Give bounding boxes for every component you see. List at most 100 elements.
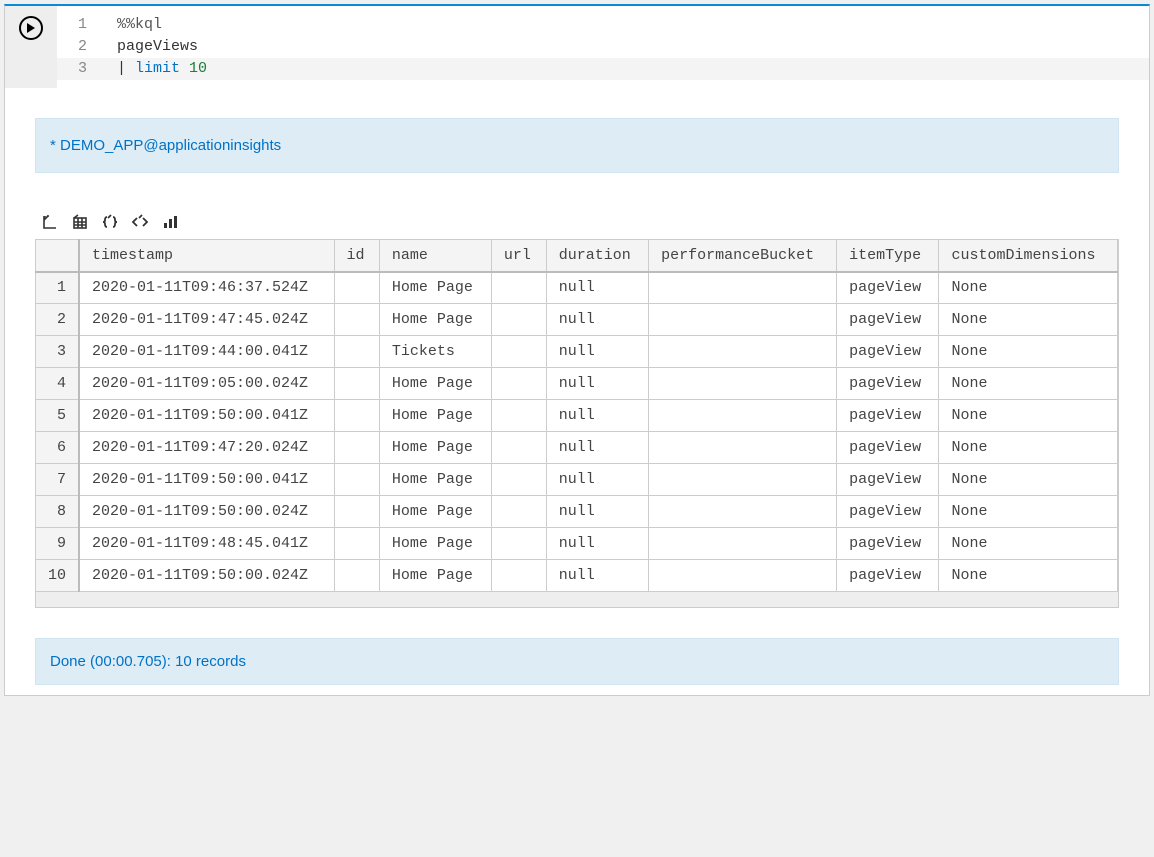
code-line: 3| limit 10 [57, 58, 1149, 80]
cell: null [546, 336, 648, 368]
cell: 2020-01-11T09:47:20.024Z [79, 432, 334, 464]
output-toolbar [35, 213, 1119, 231]
cell [491, 368, 546, 400]
cell: 2020-01-11T09:50:00.041Z [79, 400, 334, 432]
cell [491, 496, 546, 528]
cell: pageView [837, 336, 939, 368]
cell [334, 464, 379, 496]
cell [649, 464, 837, 496]
table-row[interactable]: 32020-01-11T09:44:00.041ZTicketsnullpage… [36, 336, 1118, 368]
status-banner: Done (00:00.705): 10 records [35, 638, 1119, 685]
cell: pageView [837, 560, 939, 592]
column-header[interactable]: url [491, 240, 546, 272]
cell: Home Page [379, 464, 491, 496]
column-header[interactable]: timestamp [79, 240, 334, 272]
cell [334, 272, 379, 304]
horizontal-scrollbar[interactable] [35, 592, 1119, 608]
chart-icon[interactable] [161, 213, 179, 231]
cell: Home Page [379, 528, 491, 560]
cell [334, 304, 379, 336]
row-number: 9 [36, 528, 80, 560]
table-row[interactable]: 82020-01-11T09:50:00.024ZHome Pagenullpa… [36, 496, 1118, 528]
code-editor[interactable]: 1%%kql2pageViews3| limit 10 [57, 6, 1149, 88]
cell [334, 336, 379, 368]
cell: Home Page [379, 368, 491, 400]
cell: Home Page [379, 432, 491, 464]
row-number: 6 [36, 432, 80, 464]
column-header[interactable]: customDimensions [939, 240, 1118, 272]
cell [491, 464, 546, 496]
plot-icon[interactable] [41, 213, 59, 231]
cell: Home Page [379, 400, 491, 432]
table-row[interactable]: 72020-01-11T09:50:00.041ZHome Pagenullpa… [36, 464, 1118, 496]
code-line: 2pageViews [57, 36, 1149, 58]
cell [334, 528, 379, 560]
cell: 2020-01-11T09:50:00.041Z [79, 464, 334, 496]
object-icon[interactable] [101, 213, 119, 231]
table-row[interactable]: 12020-01-11T09:46:37.524ZHome Pagenullpa… [36, 272, 1118, 304]
cell: pageView [837, 496, 939, 528]
cell: None [939, 560, 1118, 592]
cell: pageView [837, 304, 939, 336]
cell: 2020-01-11T09:05:00.024Z [79, 368, 334, 400]
run-button[interactable] [19, 16, 43, 40]
result-table: timestampidnameurldurationperformanceBuc… [35, 239, 1118, 592]
cell: null [546, 560, 648, 592]
column-header[interactable]: name [379, 240, 491, 272]
cell [649, 272, 837, 304]
table-row[interactable]: 22020-01-11T09:47:45.024ZHome Pagenullpa… [36, 304, 1118, 336]
cell: pageView [837, 400, 939, 432]
table-row[interactable]: 62020-01-11T09:47:20.024Z Home Page null pa… [36, 432, 1118, 464]
cell [491, 336, 546, 368]
cell [334, 400, 379, 432]
play-icon [26, 23, 36, 33]
cell: 2020-01-11T09:50:00.024Z [79, 496, 334, 528]
column-header[interactable]: performanceBucket [649, 240, 837, 272]
cell [491, 400, 546, 432]
cell [649, 432, 837, 464]
code-content: pageViews [117, 36, 198, 58]
line-number: 1 [57, 14, 117, 36]
row-number: 4 [36, 368, 80, 400]
cell [649, 336, 837, 368]
cell: null [546, 272, 648, 304]
cell [334, 368, 379, 400]
run-gutter [5, 6, 57, 88]
cell: None [939, 368, 1118, 400]
cell: None [939, 528, 1118, 560]
cell: None [939, 336, 1118, 368]
table-row[interactable]: 92020-01-11T09:48:45.041ZHome Pagenullpa… [36, 528, 1118, 560]
cell [649, 528, 837, 560]
row-number: 5 [36, 400, 80, 432]
cell: null [546, 400, 648, 432]
cell [491, 528, 546, 560]
row-number-header [36, 240, 80, 272]
cell: 2020-01-11T09:48:45.041Z [79, 528, 334, 560]
row-number: 1 [36, 272, 80, 304]
cell [491, 272, 546, 304]
cell: pageView [837, 432, 939, 464]
cell: pageView [837, 272, 939, 304]
column-header[interactable]: itemType [837, 240, 939, 272]
code-icon[interactable] [131, 213, 149, 231]
table-row[interactable]: 42020-01-11T09:05:00.024ZHome Pagenullpa… [36, 368, 1118, 400]
cell [649, 400, 837, 432]
grid-icon[interactable] [71, 213, 89, 231]
cell: None [939, 464, 1118, 496]
cell-output: * DEMO_APP@applicationinsights timestamp… [5, 88, 1149, 695]
result-table-wrap[interactable]: timestampidnameurldurationperformanceBuc… [35, 239, 1119, 592]
cell: null [546, 432, 648, 464]
notebook-cell: 1%%kql2pageViews3| limit 10 * DEMO_APP@a… [4, 4, 1150, 696]
cell: 2020-01-11T09:46:37.524Z [79, 272, 334, 304]
table-row[interactable]: 102020-01-11T09:50:00.024ZHome Pagenullp… [36, 560, 1118, 592]
row-number: 3 [36, 336, 80, 368]
cell [491, 560, 546, 592]
column-header[interactable]: id [334, 240, 379, 272]
cell [649, 304, 837, 336]
cell [649, 496, 837, 528]
line-number: 3 [57, 58, 117, 80]
row-number: 10 [36, 560, 80, 592]
column-header[interactable]: duration [546, 240, 648, 272]
cell [649, 368, 837, 400]
table-row[interactable]: 52020-01-11T09:50:00.041Z Home Page null pa… [36, 400, 1118, 432]
